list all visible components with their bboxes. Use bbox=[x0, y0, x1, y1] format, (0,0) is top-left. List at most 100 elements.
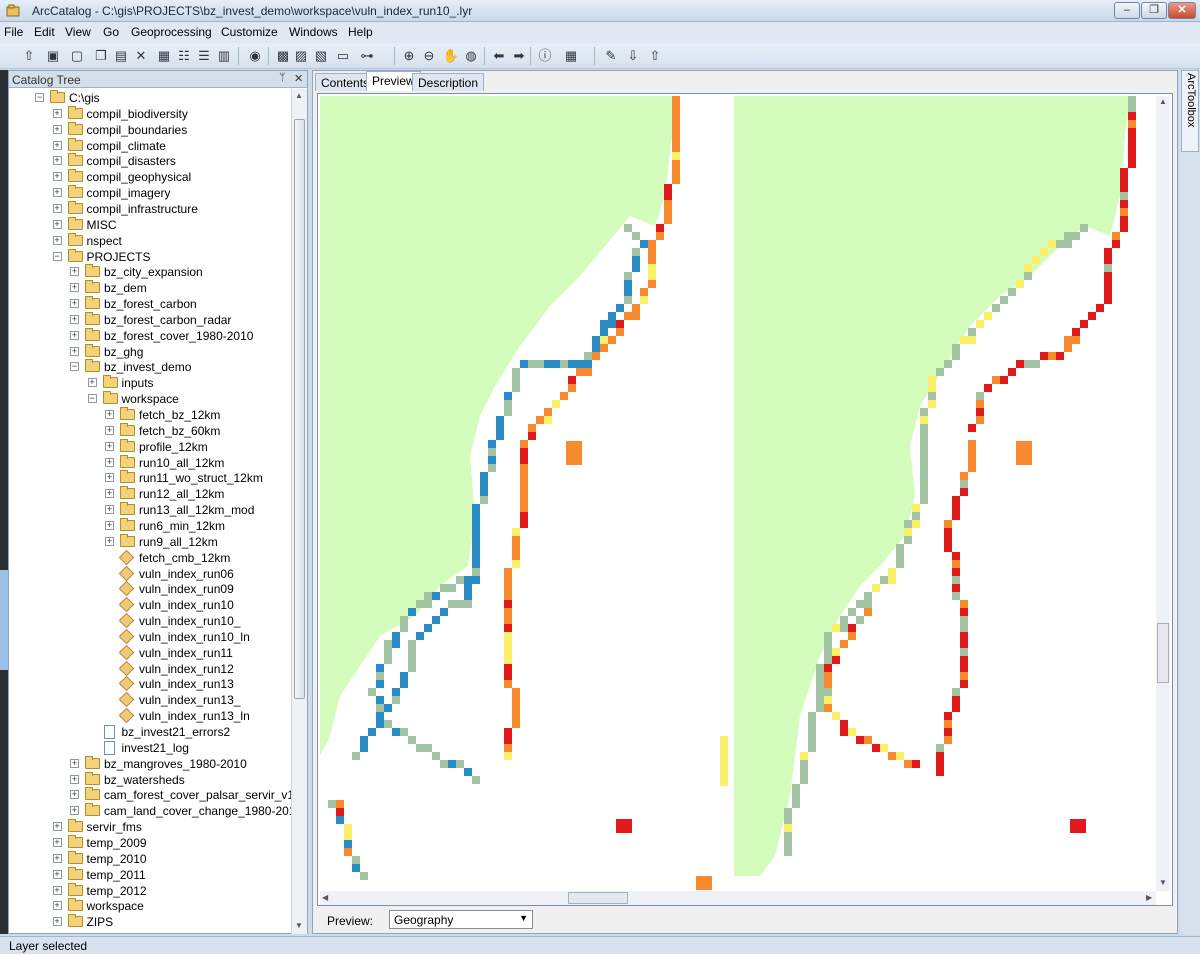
tree-item[interactable]: + run12_all_12km bbox=[9, 486, 291, 502]
expand-icon[interactable]: + bbox=[52, 188, 62, 198]
menu-edit[interactable]: Edit bbox=[34, 25, 55, 39]
tree-item[interactable]: + temp_2012 bbox=[9, 882, 291, 899]
tree-item[interactable]: + MISC bbox=[9, 216, 291, 233]
large-icons-icon[interactable]: ▦ bbox=[155, 47, 173, 65]
expand-icon[interactable]: + bbox=[105, 489, 114, 499]
zoom-in-icon[interactable]: ⊕ bbox=[400, 47, 418, 65]
expand-icon[interactable]: + bbox=[70, 267, 79, 277]
tree-item[interactable]: + fetch_bz_12km bbox=[9, 407, 291, 423]
copy-icon[interactable]: ❐ bbox=[92, 47, 110, 65]
geography-preview-map[interactable] bbox=[320, 96, 1156, 891]
tree-item[interactable]: + bz_forest_carbon_radar bbox=[9, 311, 291, 328]
expand-icon[interactable]: + bbox=[70, 758, 79, 768]
expand-icon[interactable]: + bbox=[52, 235, 62, 245]
arctoolbox-icon[interactable]: ▧ bbox=[312, 47, 330, 65]
launch-arcmap-icon[interactable]: ▩ bbox=[274, 47, 292, 65]
expand-icon[interactable]: + bbox=[105, 410, 114, 419]
expand-icon[interactable]: + bbox=[52, 885, 62, 895]
expand-icon[interactable]: + bbox=[105, 457, 114, 467]
map-vscroll-thumb[interactable] bbox=[1157, 623, 1169, 683]
details-icon[interactable]: ☰ bbox=[195, 47, 213, 65]
minimize-button[interactable]: – bbox=[1114, 2, 1140, 19]
tree-item[interactable]: − bz_invest_demo bbox=[9, 359, 291, 375]
close-button[interactable]: ✕ bbox=[1168, 2, 1196, 19]
collapse-icon[interactable]: − bbox=[87, 394, 97, 404]
expand-icon[interactable]: + bbox=[87, 378, 97, 388]
tree-item[interactable]: vuln_index_run10_ bbox=[9, 612, 291, 629]
expand-icon[interactable]: + bbox=[52, 917, 62, 927]
tree-item[interactable]: + servir_fms bbox=[9, 819, 291, 835]
expand-icon[interactable]: + bbox=[70, 314, 79, 324]
close-panel-icon[interactable]: ✕ bbox=[294, 72, 303, 85]
expand-icon[interactable]: + bbox=[52, 901, 62, 911]
tree-item[interactable]: + cam_land_cover_change_1980-2010 bbox=[9, 803, 291, 819]
expand-icon[interactable]: + bbox=[52, 203, 62, 213]
tree-item[interactable]: + workspace bbox=[9, 898, 291, 914]
expand-icon[interactable]: + bbox=[105, 536, 114, 546]
expand-icon[interactable]: + bbox=[70, 299, 79, 309]
tree-item[interactable]: − C:\gis bbox=[9, 90, 291, 106]
export-metadata-icon[interactable]: ⇧ bbox=[646, 47, 664, 65]
tree-item[interactable]: + run10_all_12km bbox=[9, 454, 291, 471]
expand-icon[interactable]: + bbox=[70, 330, 79, 340]
tree-item[interactable]: + profile_12km bbox=[9, 438, 291, 455]
tree-item[interactable]: vuln_index_run13 bbox=[9, 676, 291, 692]
expand-icon[interactable]: + bbox=[105, 520, 114, 530]
tree-item[interactable]: + temp_2010 bbox=[9, 850, 291, 867]
maximize-button[interactable]: ❐ bbox=[1141, 2, 1167, 19]
collapse-icon[interactable]: − bbox=[35, 93, 44, 102]
menu-file[interactable]: File bbox=[4, 25, 23, 39]
collapse-icon[interactable]: − bbox=[70, 362, 79, 372]
expand-icon[interactable]: + bbox=[52, 140, 62, 150]
tree-item[interactable]: vuln_index_run10 bbox=[9, 596, 291, 613]
tree-item[interactable]: + inputs bbox=[9, 375, 291, 391]
expand-icon[interactable]: + bbox=[52, 869, 62, 879]
zoom-out-icon[interactable]: ⊖ bbox=[420, 47, 438, 65]
expand-icon[interactable]: + bbox=[52, 156, 62, 166]
tree-item[interactable]: vuln_index_run06 bbox=[9, 565, 291, 582]
disconnect-folder-icon[interactable]: ▢ bbox=[68, 47, 86, 65]
expand-icon[interactable]: + bbox=[105, 505, 114, 515]
expand-icon[interactable]: + bbox=[52, 172, 62, 182]
tree-item[interactable]: − PROJECTS bbox=[9, 248, 291, 265]
up-one-level-icon[interactable]: ⇧ bbox=[20, 47, 38, 65]
thumbnails-icon[interactable]: ▥ bbox=[215, 47, 233, 65]
expand-icon[interactable]: + bbox=[52, 124, 62, 134]
full-extent-icon[interactable]: ◍ bbox=[462, 47, 480, 65]
tree-item[interactable]: vuln_index_run13_ln bbox=[9, 707, 291, 724]
catalog-scroll-thumb[interactable] bbox=[294, 119, 305, 699]
expand-icon[interactable]: + bbox=[105, 441, 114, 451]
tree-item[interactable]: + ZIPS bbox=[9, 914, 291, 930]
menu-help[interactable]: Help bbox=[348, 25, 373, 39]
pan-icon[interactable]: ✋ bbox=[442, 47, 460, 65]
tree-item[interactable]: + bz_forest_carbon bbox=[9, 296, 291, 312]
menu-view[interactable]: View bbox=[65, 25, 91, 39]
catalog-tree-icon[interactable]: ▨ bbox=[292, 47, 310, 65]
tree-item[interactable]: + temp_2011 bbox=[9, 866, 291, 883]
map-hscroll-thumb[interactable] bbox=[568, 892, 628, 904]
tree-item[interactable]: + nspect bbox=[9, 232, 291, 249]
tree-item[interactable]: + compil_boundaries bbox=[9, 121, 291, 138]
tree-item[interactable]: bz_invest21_errors2 bbox=[9, 724, 291, 740]
tree-item[interactable]: vuln_index_run12 bbox=[9, 660, 291, 677]
search-window-icon[interactable]: ◉ bbox=[246, 47, 264, 65]
connect-folder-icon[interactable]: ▣ bbox=[44, 47, 62, 65]
collapse-icon[interactable]: − bbox=[52, 251, 62, 261]
expand-icon[interactable]: + bbox=[70, 346, 79, 356]
tree-item[interactable]: + compil_geophysical bbox=[9, 169, 291, 185]
identify-icon[interactable]: ⓘ bbox=[536, 47, 554, 65]
tree-item[interactable]: + temp_2009 bbox=[9, 834, 291, 851]
model-builder-icon[interactable]: ⊶ bbox=[358, 47, 376, 65]
back-icon[interactable]: ⬅ bbox=[490, 47, 508, 65]
menu-windows[interactable]: Windows bbox=[289, 25, 338, 39]
tree-item[interactable]: + bz_dem bbox=[9, 280, 291, 296]
menu-customize[interactable]: Customize bbox=[221, 25, 278, 39]
menu-go[interactable]: Go bbox=[103, 25, 119, 39]
tree-item[interactable]: vuln_index_run10_ln bbox=[9, 628, 291, 645]
expand-icon[interactable]: + bbox=[70, 774, 79, 784]
expand-icon[interactable]: + bbox=[70, 806, 79, 816]
forward-icon[interactable]: ➡ bbox=[510, 47, 528, 65]
tree-item[interactable]: + compil_imagery bbox=[9, 185, 291, 201]
tree-item[interactable]: + compil_biodiversity bbox=[9, 105, 291, 122]
tree-item[interactable]: + bz_city_expansion bbox=[9, 264, 291, 280]
